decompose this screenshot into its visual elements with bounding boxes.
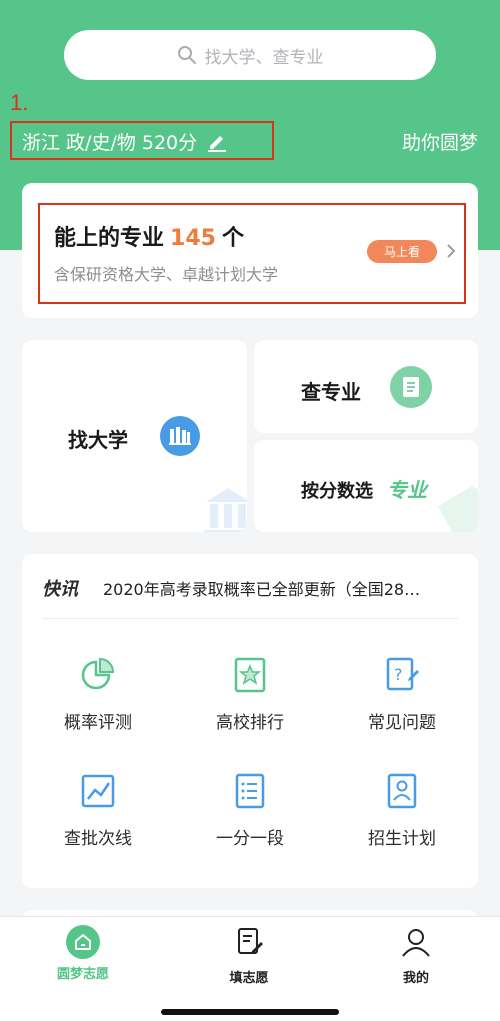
grid-item-probability[interactable]: 概率评测 (22, 656, 174, 733)
tab-home[interactable]: 圆梦志愿 (23, 925, 143, 982)
grid-item-faq[interactable]: ? 常见问题 (326, 656, 478, 733)
tab-profile[interactable]: 我的 (356, 925, 476, 986)
grid-item-enrollment-plan[interactable]: 招生计划 (326, 772, 478, 849)
view-now-button[interactable]: 马上看 (367, 240, 437, 263)
search-icon (177, 46, 196, 64)
grid-item-label: 查批次线 (64, 829, 132, 849)
library-icon (160, 416, 200, 456)
location-score-selector[interactable]: 浙江 政/史/物 520分 (22, 128, 227, 155)
grid-item-label: 概率评测 (64, 713, 132, 733)
majors-subtitle: 含保研资格大学、卓越计划大学 (54, 265, 279, 284)
tab-fill-application[interactable]: 填志愿 (189, 925, 309, 986)
svg-text:?: ? (394, 665, 403, 684)
ranking-star-icon (234, 657, 266, 693)
slogan: 助你圆梦 (401, 132, 478, 154)
grid-item-batch-line[interactable]: 查批次线 (22, 772, 174, 849)
home-icon (66, 925, 100, 959)
grid-item-label: 高校排行 (216, 713, 284, 733)
find-university-tile[interactable]: 找大学 (22, 340, 247, 532)
pie-chart-icon (81, 657, 115, 690)
check-major-tile[interactable]: 查专业 (254, 340, 478, 433)
book-watermark-icon (438, 486, 478, 532)
search-placeholder: 找大学、查专业 (204, 47, 324, 68)
tab-home-label: 圆梦志愿 (56, 967, 109, 982)
question-doc-icon: ? (386, 657, 419, 691)
grid-item-label: 招生计划 (368, 829, 436, 849)
grid-item-ranking[interactable]: 高校排行 (174, 656, 326, 733)
grid-item-score-segment[interactable]: 一分一段 (174, 772, 326, 849)
building-watermark-icon (204, 488, 247, 532)
user-icon (402, 929, 430, 957)
check-major-label: 查专业 (301, 380, 361, 404)
tab-fill-label: 填志愿 (229, 971, 269, 986)
line-chart-icon (81, 774, 115, 808)
majors-count: 145 (170, 226, 216, 251)
location-score-label: 浙江 政/史/物 520分 (22, 132, 198, 154)
majors-title-prefix: 能上的专业 (54, 226, 165, 251)
grid-item-label: 常见问题 (368, 713, 436, 733)
list-doc-icon (235, 773, 265, 809)
book-icon (390, 366, 432, 408)
edit-form-icon (238, 928, 263, 954)
chevron-right-icon[interactable] (444, 242, 458, 260)
score-select-label: 按分数选 (301, 481, 373, 502)
divider (42, 618, 458, 619)
tab-profile-label: 我的 (402, 971, 429, 986)
search-bar[interactable]: 找大学、查专业 (64, 30, 436, 80)
annotation-number: 1. (10, 90, 29, 115)
news-headline[interactable]: 2020年高考录取概率已全部更新（全国28… (103, 576, 448, 600)
majors-title: 能上的专业 145 个 (54, 220, 244, 252)
major-badge: 专业 (387, 478, 427, 502)
score-select-major-tile[interactable]: 按分数选 专业 (254, 440, 478, 532)
grid-item-label: 一分一段 (216, 829, 284, 849)
bottom-tab-bar: 圆梦志愿 填志愿 我的 (0, 916, 500, 1021)
news-logo: 快讯 (42, 579, 78, 600)
pencil-icon[interactable] (207, 132, 227, 152)
majors-title-suffix: 个 (221, 226, 244, 251)
profile-card-icon (387, 773, 417, 809)
find-university-label: 找大学 (68, 428, 128, 452)
home-indicator (161, 1009, 339, 1015)
